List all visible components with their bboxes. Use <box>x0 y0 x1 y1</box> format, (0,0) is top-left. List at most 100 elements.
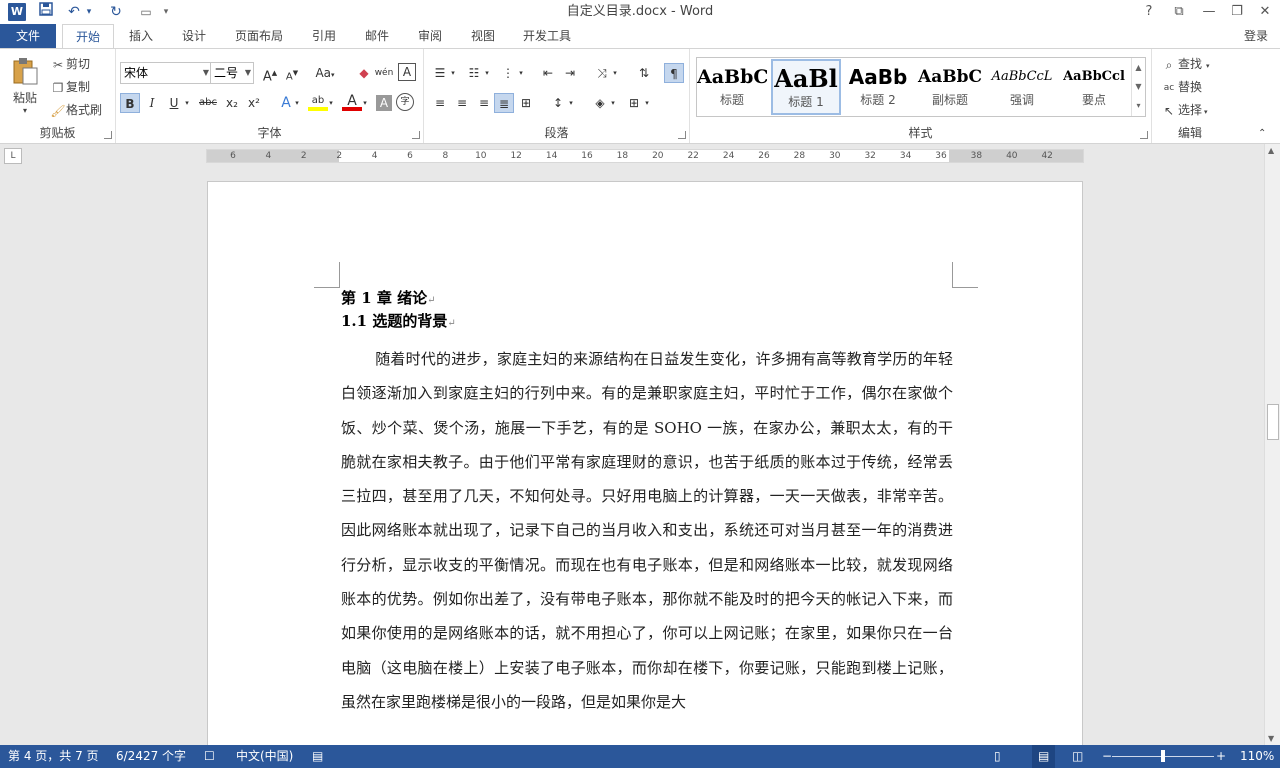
styles-scroll-down-icon[interactable]: ▼ <box>1131 77 1145 96</box>
subscript-button[interactable]: x₂ <box>222 93 242 113</box>
styles-scroll-up-icon[interactable]: ▲ <box>1131 58 1145 77</box>
minimize-button[interactable]: — <box>1194 0 1224 24</box>
bullets-icon[interactable]: ☰ <box>430 63 450 83</box>
tab-references[interactable]: 引用 <box>304 24 344 48</box>
grow-font-button[interactable]: A▲ <box>260 63 280 84</box>
styles-dialog-launcher-icon[interactable] <box>1140 131 1148 139</box>
numbering-dropdown-icon[interactable]: ▾ <box>482 63 492 83</box>
shading-bucket-icon[interactable]: ◈ <box>590 93 610 113</box>
tab-view[interactable]: 视图 <box>462 24 504 48</box>
line-spacing-dropdown-icon[interactable]: ▾ <box>566 93 576 113</box>
zoom-level[interactable]: 110% <box>1240 745 1274 768</box>
body-paragraph[interactable]: 随着时代的进步，家庭主妇的来源结构在日益发生变化，许多拥有高等教育学历的年轻白领… <box>341 342 953 719</box>
login-link[interactable]: 登录 <box>1244 24 1268 48</box>
bullets-dropdown-icon[interactable]: ▾ <box>448 63 458 83</box>
phonetic-guide-button[interactable]: wén <box>374 63 394 83</box>
style-heading-2[interactable]: AaBb 标题 2 <box>843 59 913 115</box>
underline-button[interactable]: U <box>164 93 184 113</box>
style-subtitle[interactable]: AaBbC 副标题 <box>915 59 985 115</box>
style-title[interactable]: AaBbC 标题 <box>697 59 767 115</box>
macro-recording-icon[interactable]: ▤ <box>312 745 323 768</box>
clipboard-dialog-launcher-icon[interactable] <box>104 131 112 139</box>
borders-icon[interactable]: ⊞ <box>624 93 644 113</box>
scrollbar-thumb[interactable] <box>1267 404 1279 440</box>
format-painter-button[interactable]: 🖌格式刷 <box>50 101 102 120</box>
scroll-up-icon[interactable]: ▲ <box>1268 146 1274 155</box>
copy-button[interactable]: ❐ 复制 <box>50 78 90 97</box>
close-button[interactable]: ✕ <box>1250 0 1280 24</box>
change-case-button[interactable]: Aa▾ <box>310 63 340 83</box>
highlight-dropdown-icon[interactable]: ▾ <box>326 93 336 113</box>
style-heading-1[interactable]: AaBl 标题 1 <box>771 59 841 115</box>
chapter-heading[interactable]: 第 1 章 绪论↵ <box>341 287 436 312</box>
chevron-down-icon[interactable]: ▼ <box>245 63 251 83</box>
styles-more-icon[interactable]: ▾ <box>1131 96 1145 116</box>
highlight-button[interactable]: ab <box>308 91 328 111</box>
zoom-slider-thumb[interactable] <box>1161 750 1165 762</box>
tab-selector-button[interactable]: L <box>4 148 22 164</box>
sort-icon[interactable]: ⇅ <box>634 63 654 83</box>
zoom-in-button[interactable]: + <box>1216 745 1226 768</box>
tab-home[interactable]: 开始 <box>62 24 114 49</box>
print-layout-icon[interactable]: ▤ <box>1032 745 1056 768</box>
bold-button[interactable]: B <box>120 93 140 113</box>
shrink-font-button[interactable]: A▼ <box>282 63 302 83</box>
multilevel-dropdown-icon[interactable]: ▾ <box>516 63 526 83</box>
page-count[interactable]: 第 4 页，共 7 页 <box>8 745 99 768</box>
superscript-button[interactable]: x² <box>244 93 264 113</box>
numbering-icon[interactable]: ☷ <box>464 63 484 83</box>
find-button[interactable]: ⌕ 查找 ▾ <box>1160 55 1210 75</box>
collapse-ribbon-icon[interactable]: ⌃ <box>1258 125 1266 143</box>
show-formatting-marks-icon[interactable]: ¶ <box>664 63 684 83</box>
chinese-layout-dropdown-icon[interactable]: ▾ <box>610 63 620 83</box>
italic-button[interactable]: I <box>142 93 162 113</box>
increase-indent-icon[interactable]: ⇥ <box>560 63 580 83</box>
help-button[interactable]: ? <box>1134 0 1164 24</box>
ribbon-display-options-button[interactable]: ⧉ <box>1164 0 1194 24</box>
tab-developer[interactable]: 开发工具 <box>516 24 578 48</box>
align-left-icon[interactable]: ≡ <box>430 93 450 113</box>
maximize-button[interactable]: ❐ <box>1222 0 1252 24</box>
font-color-dropdown-icon[interactable]: ▾ <box>360 93 370 113</box>
document-page[interactable]: 第 1 章 绪论↵ 1.1 选题的背景↵ 随着时代的进步，家庭主妇的来源结构在日… <box>207 181 1083 745</box>
tab-file[interactable]: 文件 <box>0 24 56 48</box>
shading-dropdown-icon[interactable]: ▾ <box>608 93 618 113</box>
cut-button[interactable]: ✂ 剪切 <box>50 55 90 74</box>
underline-dropdown-icon[interactable]: ▾ <box>182 93 192 113</box>
section-heading[interactable]: 1.1 选题的背景↵ <box>341 310 456 335</box>
align-center-icon[interactable]: ≡ <box>452 93 472 113</box>
chinese-layout-icon[interactable]: ⤨ <box>592 63 612 83</box>
read-mode-icon[interactable]: ▯ <box>994 745 1001 768</box>
clear-format-icon[interactable]: ◆ <box>354 63 374 83</box>
text-effects-dropdown-icon[interactable]: ▾ <box>292 93 302 113</box>
multilevel-list-icon[interactable]: ⋮ <box>498 63 518 83</box>
paragraph-dialog-launcher-icon[interactable] <box>678 131 686 139</box>
zoom-out-button[interactable]: − <box>1102 745 1112 768</box>
tab-mailings[interactable]: 邮件 <box>356 24 398 48</box>
borders-dropdown-icon[interactable]: ▾ <box>642 93 652 113</box>
tab-insert[interactable]: 插入 <box>120 24 162 48</box>
language-indicator[interactable]: 中文(中国) <box>236 745 293 768</box>
style-strong[interactable]: AaBbCcl 要点 <box>1059 59 1129 115</box>
distributed-icon[interactable]: ⊞ <box>516 93 536 113</box>
word-count[interactable]: 6/2427 个字 <box>116 745 186 768</box>
replace-button[interactable]: ac 替换 <box>1160 78 1202 97</box>
align-right-icon[interactable]: ≡ <box>474 93 494 113</box>
style-emphasis[interactable]: AaBbCcL 强调 <box>987 59 1057 115</box>
strikethrough-button[interactable]: abc <box>196 93 220 113</box>
character-shading-button[interactable]: A <box>376 95 392 111</box>
font-size-combo[interactable]: 二号 ▼ <box>210 62 254 84</box>
tab-design[interactable]: 设计 <box>174 24 214 48</box>
tab-page-layout[interactable]: 页面布局 <box>226 24 292 48</box>
font-name-combo[interactable]: 宋体 ▼ <box>120 62 212 84</box>
enclose-characters-button[interactable]: 字 <box>396 93 414 111</box>
font-color-button[interactable]: A <box>342 91 362 111</box>
horizontal-ruler[interactable]: 6 4 2 2 4 6 8 10 12 14 16 18 20 22 24 26 28 30 32 34 36 38 40 4… <box>206 149 1084 163</box>
font-dialog-launcher-icon[interactable] <box>412 131 420 139</box>
line-spacing-icon[interactable]: ↕ <box>548 93 568 113</box>
justify-icon[interactable]: ≣ <box>494 93 514 113</box>
web-layout-icon[interactable]: ◫ <box>1072 745 1083 768</box>
paste-button[interactable]: 粘贴 ▾ <box>8 55 42 116</box>
decrease-indent-icon[interactable]: ⇤ <box>538 63 558 83</box>
scroll-down-icon[interactable]: ▼ <box>1268 734 1274 743</box>
